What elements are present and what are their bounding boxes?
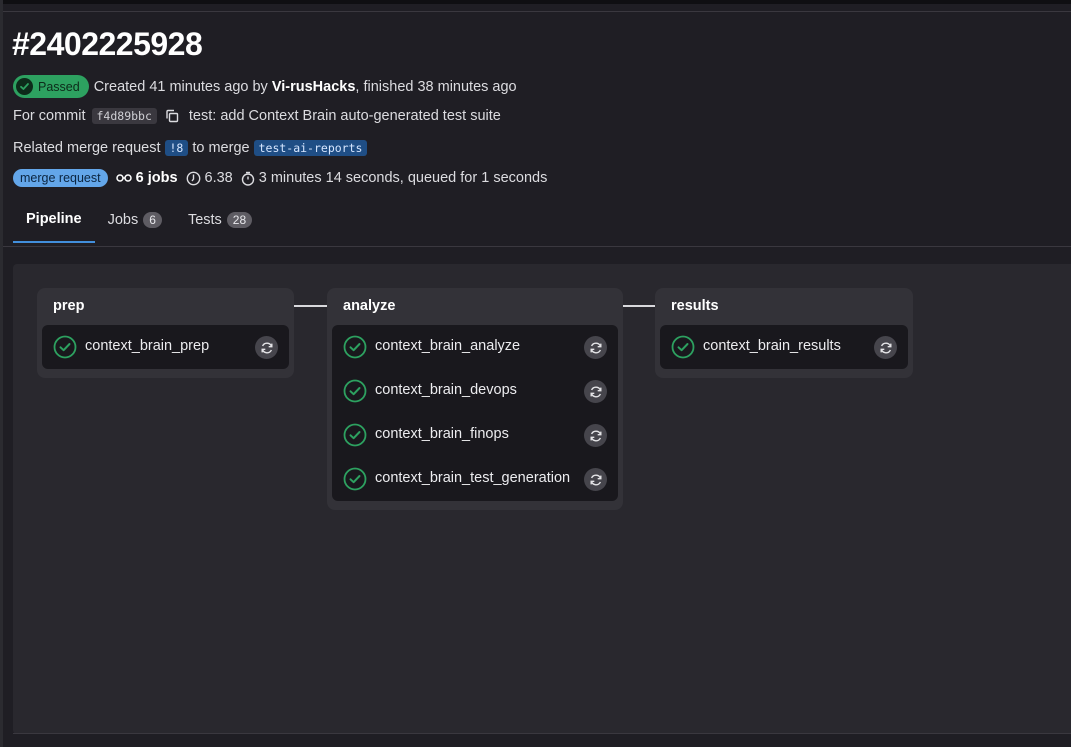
stage-analyze: analyze context_brain_analyze context_br… (327, 288, 623, 510)
divider (3, 11, 1071, 12)
window-left-edge (0, 0, 3, 747)
tab-pipeline[interactable]: Pipeline (13, 204, 95, 243)
job-name: context_brain_results (703, 338, 841, 354)
finished-text: , finished 38 minutes ago (355, 78, 517, 95)
tabs-divider (3, 246, 1071, 247)
stage-jobs: context_brain_results (660, 325, 908, 369)
stage-jobs: context_brain_analyze context_brain_devo… (332, 325, 618, 501)
pipeline-icon (115, 172, 132, 184)
job-item[interactable]: context_brain_prep (42, 325, 289, 369)
mr-label: Related merge request (13, 140, 161, 156)
job-item[interactable]: context_brain_analyze (332, 325, 618, 369)
pipeline-title: #2402225928 (12, 26, 203, 62)
stage-connector (622, 305, 656, 307)
check-circle-icon (343, 467, 367, 496)
retry-button[interactable] (584, 380, 607, 403)
commit-label: For commit (13, 108, 86, 124)
job-item[interactable]: context_brain_test_generation (332, 457, 618, 501)
commit-message-link[interactable]: test: add Context Brain auto-generated t… (189, 108, 501, 124)
retry-button[interactable] (584, 336, 607, 359)
job-item[interactable]: context_brain_finops (332, 413, 618, 457)
status-badge[interactable]: Passed (13, 75, 89, 98)
check-circle-icon (343, 379, 367, 408)
retry-icon (880, 342, 891, 353)
retry-button[interactable] (584, 468, 607, 491)
stage-prep: prep context_brain_prep (37, 288, 294, 378)
retry-button[interactable] (874, 336, 897, 359)
retry-button[interactable] (584, 424, 607, 447)
tab-label: Jobs (107, 212, 139, 228)
merge-request-row: Related merge request !8 to merge test-a… (13, 140, 371, 156)
created-text: Created 41 minutes ago by (93, 78, 268, 95)
copy-icon[interactable] (165, 109, 179, 123)
stage-connector (294, 305, 328, 307)
retry-icon (590, 474, 601, 485)
tab-label: Pipeline (26, 211, 82, 227)
mr-branch-link[interactable]: test-ai-reports (253, 140, 368, 156)
check-circle-icon (343, 423, 367, 452)
divider (13, 733, 1071, 734)
retry-button[interactable] (255, 336, 278, 359)
tab-jobs[interactable]: Jobs 6 (95, 204, 175, 243)
retry-icon (590, 342, 601, 353)
check-circle-icon (16, 78, 33, 95)
check-circle-icon (53, 335, 77, 364)
tab-count: 6 (143, 212, 162, 228)
check-circle-icon (671, 335, 695, 364)
tab-label: Tests (187, 212, 222, 228)
job-name: context_brain_test_generation (375, 470, 571, 486)
duration-text: 3 minutes 14 seconds, queued for 1 secon… (258, 170, 548, 186)
jobs-count: 6 jobs (135, 170, 178, 186)
stage-title: analyze (343, 298, 396, 314)
status-label: Passed (38, 79, 80, 94)
tab-count: 28 (226, 212, 253, 228)
stage-title: prep (53, 298, 85, 314)
job-name: context_brain_devops (375, 382, 517, 398)
retry-icon (261, 342, 272, 353)
compute-value: 6.38 (204, 170, 233, 186)
job-name: context_brain_finops (375, 426, 509, 442)
stage-jobs: context_brain_prep (42, 325, 289, 369)
job-name: context_brain_analyze (375, 338, 521, 354)
commit-sha-link[interactable]: f4d89bbc (91, 108, 157, 124)
compute-icon (186, 171, 201, 186)
retry-icon (590, 386, 601, 397)
mr-ref-link[interactable]: !8 (164, 140, 189, 156)
job-item[interactable]: context_brain_results (660, 325, 908, 369)
commit-row: For commit f4d89bbc test: add Context Br… (13, 108, 501, 124)
author-link[interactable]: Vi-rusHacks (272, 79, 356, 95)
source-badge: merge request (13, 169, 108, 187)
stage-title: results (671, 298, 719, 314)
retry-icon (590, 430, 601, 441)
stage-results: results context_brain_results (655, 288, 913, 378)
tab-tests[interactable]: Tests 28 (175, 204, 265, 243)
job-item[interactable]: context_brain_devops (332, 369, 618, 413)
window-top-edge (0, 0, 1071, 4)
check-circle-icon (343, 335, 367, 364)
job-name: context_brain_prep (85, 338, 210, 354)
mr-to-text: to merge (192, 140, 250, 156)
pipeline-status-row: Passed Created 41 minutes ago by Vi-rusH… (13, 75, 517, 98)
pipeline-tabs: Pipeline Jobs 6 Tests 28 (13, 204, 265, 243)
clock-icon (241, 171, 255, 186)
pipeline-stats-row: merge request 6 jobs 6.38 3 minutes 14 s… (13, 169, 547, 187)
